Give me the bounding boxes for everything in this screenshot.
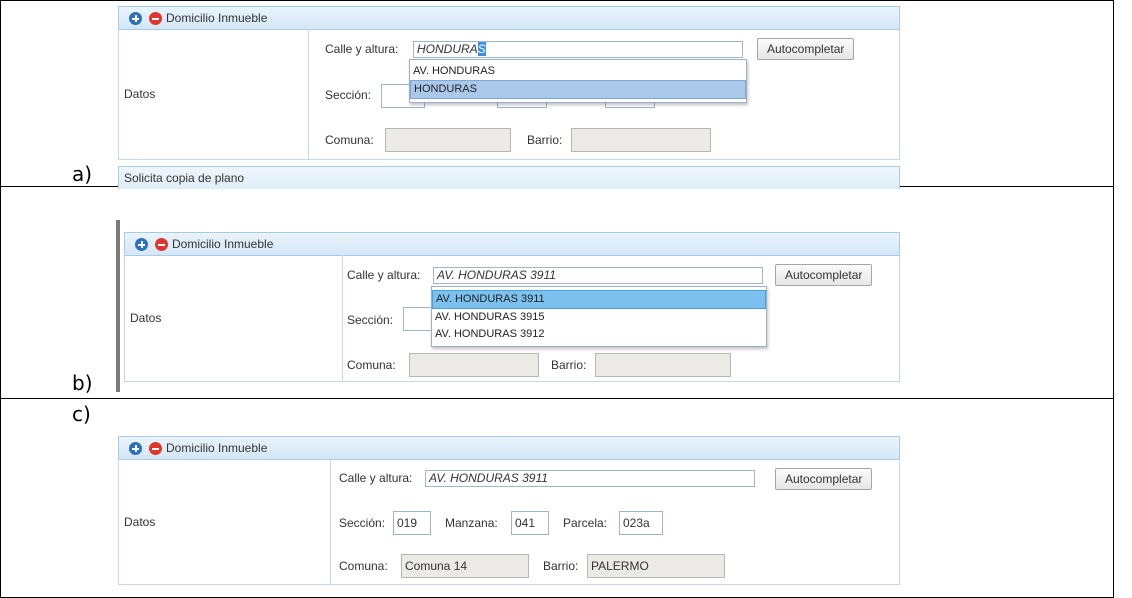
panel-a: Domicilio Inmueble Datos Calle y altura:… <box>118 6 900 189</box>
autocomplete-button[interactable]: Autocompletar <box>775 264 873 286</box>
barrio-input: PALERMO <box>587 554 725 578</box>
manzana-label: Manzana: <box>445 516 498 530</box>
remove-icon[interactable] <box>155 237 168 251</box>
calle-label: Calle y altura: <box>339 471 413 485</box>
calle-input[interactable]: AV. HONDURAS 3911 <box>433 267 763 284</box>
panel-b: Domicilio Inmueble Datos Calle y altura:… <box>124 232 900 392</box>
seccion-label: Sección: <box>347 313 394 327</box>
calle-label: Calle y altura: <box>325 42 399 56</box>
barrio-label: Barrio: <box>527 133 563 147</box>
datos-body: Datos Calle y altura: AV. HONDURAS 3911 … <box>124 255 900 382</box>
seccion-label: Sección: <box>339 516 386 530</box>
comuna-input <box>385 128 511 152</box>
comuna-label: Comuna: <box>339 559 388 573</box>
suggestion-item-highlighted[interactable]: HONDURAS <box>410 80 746 99</box>
seccion-label: Sección: <box>325 88 372 102</box>
scrollbar[interactable] <box>116 220 120 392</box>
add-icon[interactable] <box>135 237 148 251</box>
section-header: Domicilio Inmueble <box>118 6 900 30</box>
comuna-label: Comuna: <box>325 133 374 147</box>
autocomplete-button[interactable]: Autocompletar <box>757 38 855 60</box>
barrio-label: Barrio: <box>551 358 587 372</box>
section-title: Domicilio Inmueble <box>166 11 268 25</box>
section-header: Domicilio Inmueble <box>118 436 900 460</box>
suggestion-item[interactable]: AV. HONDURAS 3912 <box>432 326 766 343</box>
datos-body: Datos Calle y altura: HONDURAS Autocompl… <box>118 29 900 160</box>
barrio-label: Barrio: <box>543 559 579 573</box>
section-title: Domicilio Inmueble <box>166 441 268 455</box>
calle-input[interactable]: HONDURAS <box>413 41 743 58</box>
parcela-label: Parcela: <box>563 516 608 530</box>
parcela-input[interactable]: 023a <box>619 511 663 535</box>
next-section-header[interactable]: Solicita copia de plano <box>118 166 900 189</box>
suggestion-item[interactable]: AV. HONDURAS 3915 <box>432 309 766 326</box>
panel-label-b: b) <box>72 371 93 395</box>
barrio-input <box>571 128 711 152</box>
panel-label-c: c) <box>72 402 91 426</box>
comuna-input: Comuna 14 <box>401 554 529 578</box>
calle-label: Calle y altura: <box>347 268 421 282</box>
datos-body: Datos Calle y altura: AV. HONDURAS 3911 … <box>118 459 900 585</box>
section-header: Domicilio Inmueble <box>124 232 900 256</box>
remove-icon[interactable] <box>149 11 162 25</box>
calle-input[interactable]: AV. HONDURAS 3911 <box>425 470 755 487</box>
panel-label-a: a) <box>72 162 93 186</box>
comuna-label: Comuna: <box>347 358 396 372</box>
section-title: Domicilio Inmueble <box>172 237 274 251</box>
manzana-input[interactable]: 041 <box>511 511 549 535</box>
add-icon[interactable] <box>129 11 142 25</box>
barrio-input <box>595 353 731 377</box>
remove-icon[interactable] <box>149 441 162 455</box>
panel-c: Domicilio Inmueble Datos Calle y altura:… <box>118 436 900 592</box>
suggestion-item[interactable]: AV. HONDURAS <box>410 63 746 80</box>
comuna-input <box>409 353 539 377</box>
autocomplete-dropdown: AV. HONDURAS HONDURAS <box>409 59 747 103</box>
datos-label: Datos <box>119 29 309 159</box>
suggestion-item-highlighted[interactable]: AV. HONDURAS 3911 <box>432 290 766 309</box>
autocomplete-dropdown: AV. HONDURAS 3911 AV. HONDURAS 3915 AV. … <box>431 286 767 347</box>
datos-label: Datos <box>119 459 331 584</box>
add-icon[interactable] <box>129 441 142 455</box>
autocomplete-button[interactable]: Autocompletar <box>775 468 873 490</box>
datos-label: Datos <box>125 255 343 381</box>
seccion-input[interactable]: 019 <box>393 511 431 535</box>
